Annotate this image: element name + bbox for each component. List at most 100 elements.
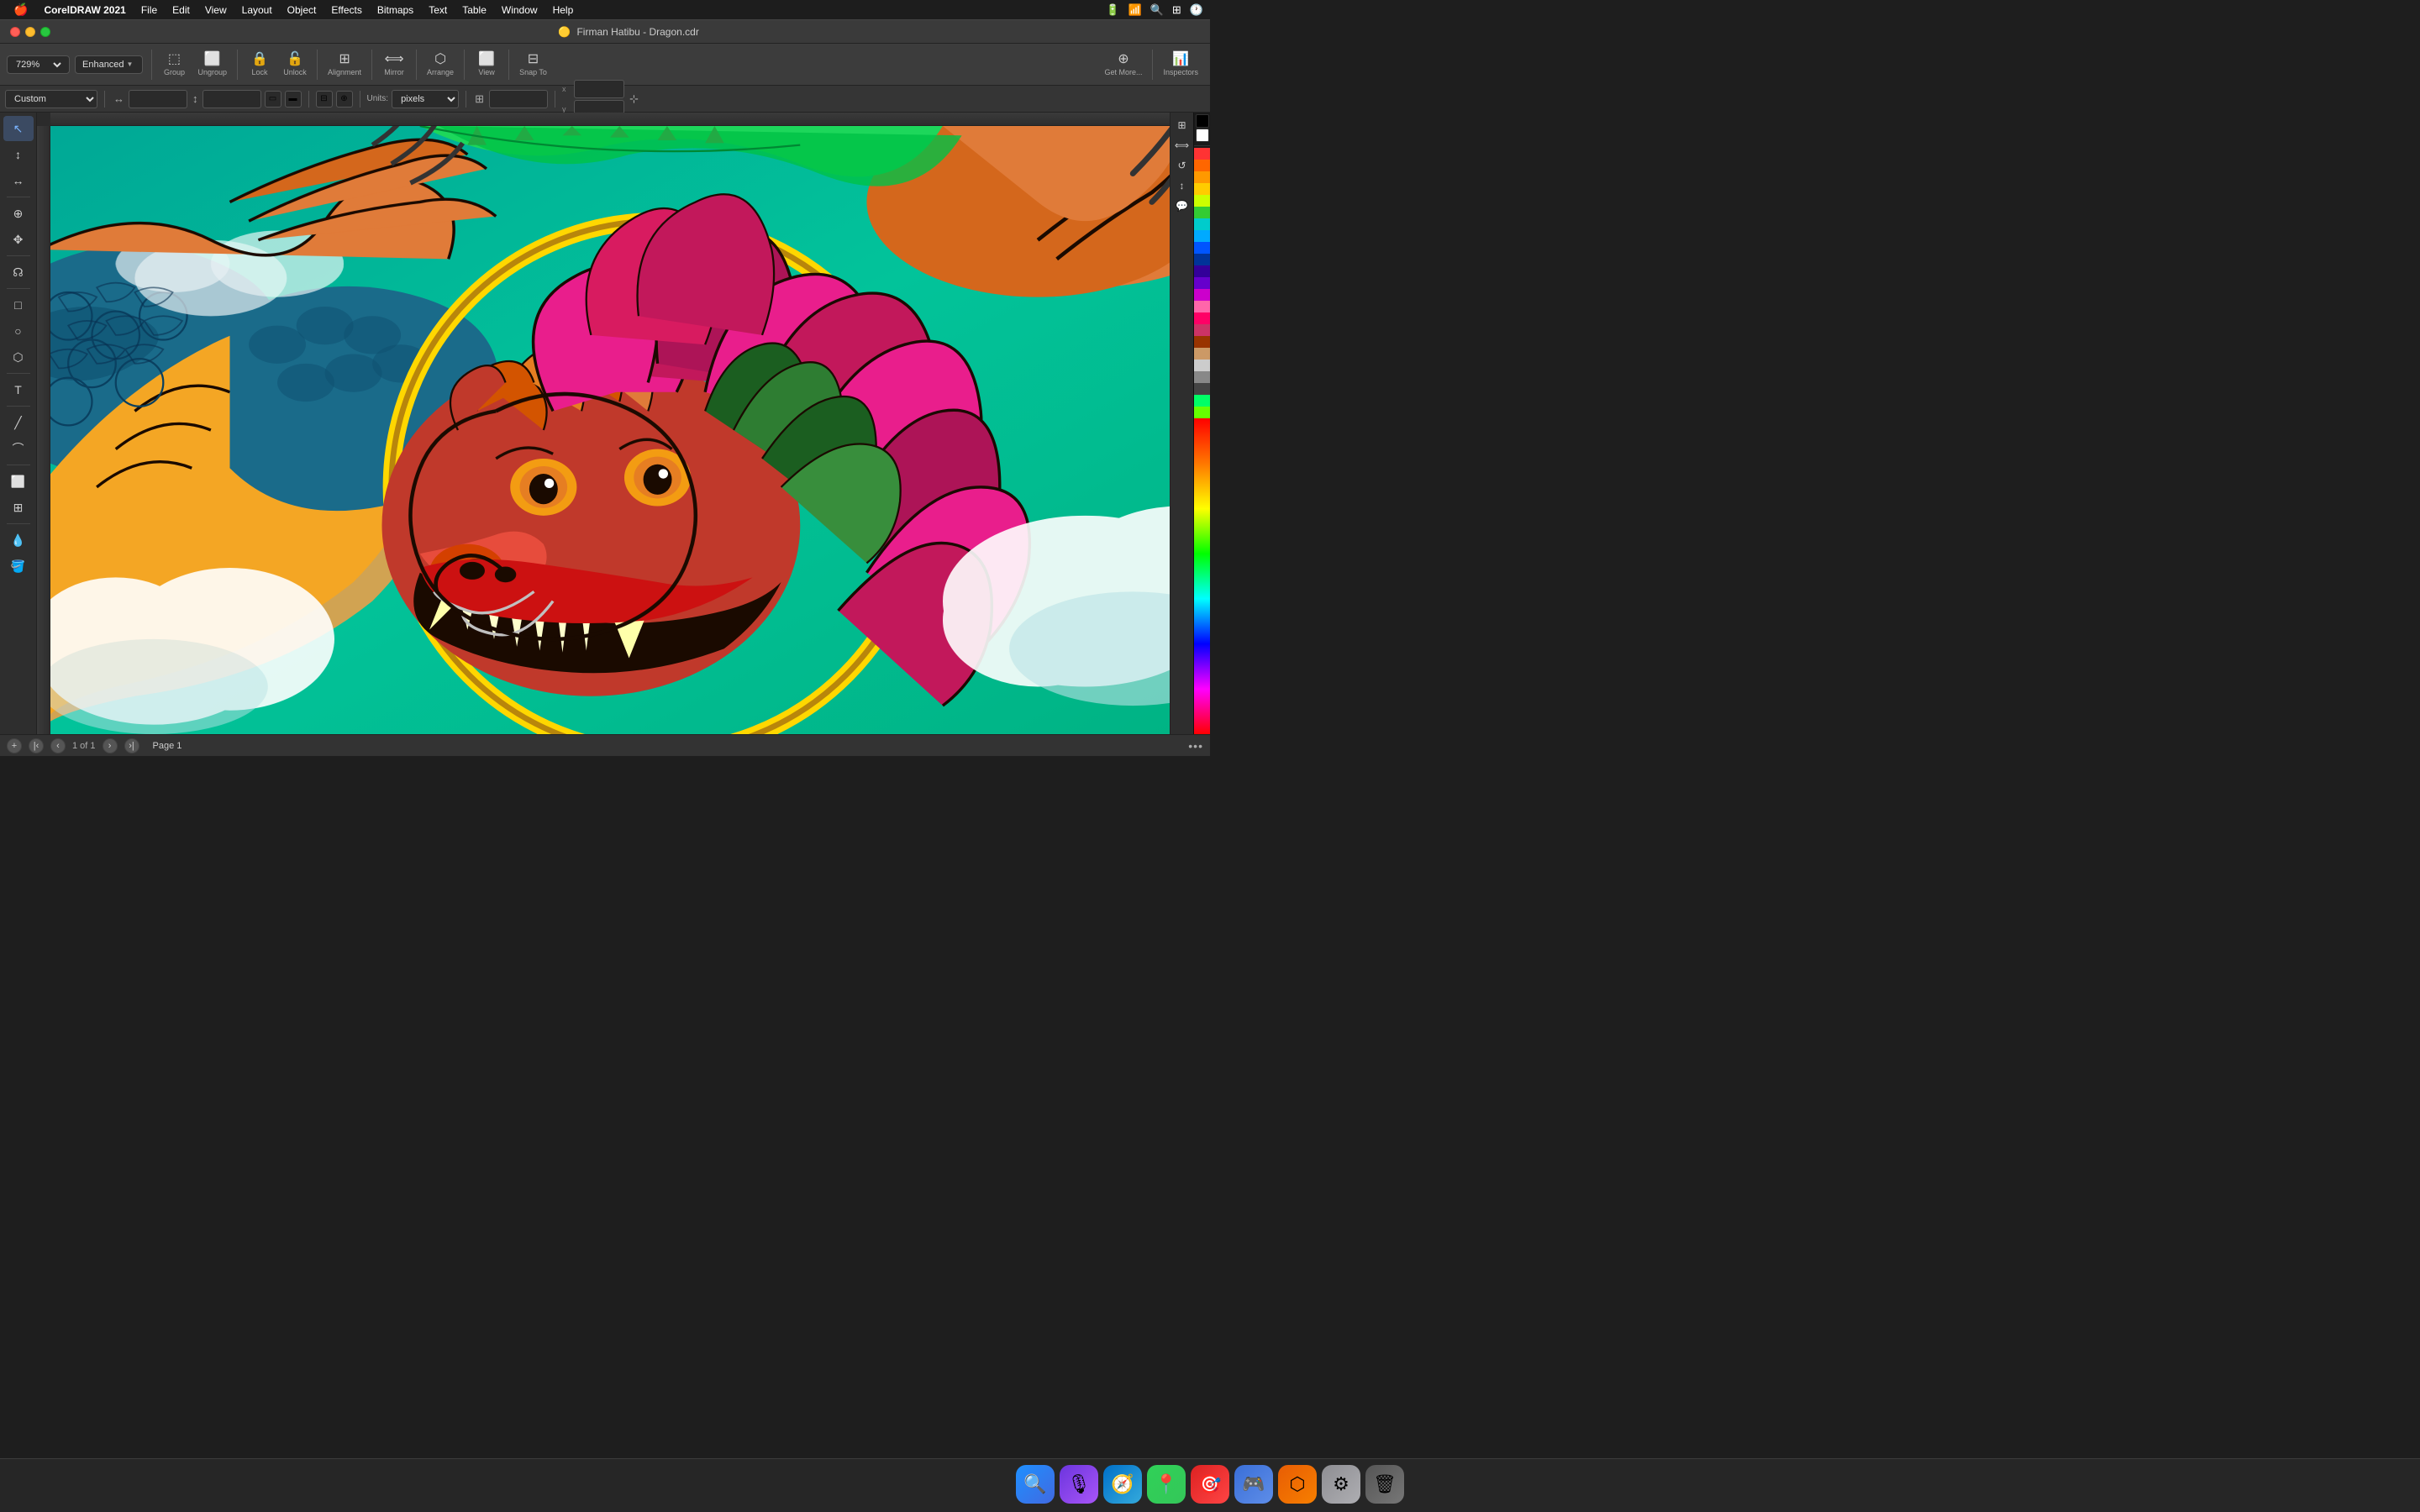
unlock-button[interactable]: 🔓 Unlock bbox=[278, 50, 312, 80]
zoom-control[interactable]: 729% 100% 200% 50% Fit Page bbox=[7, 55, 70, 74]
zoom-select[interactable]: 729% 100% 200% 50% Fit Page bbox=[13, 59, 64, 71]
last-page-button[interactable]: ›| bbox=[124, 738, 139, 753]
mesh-fill-tool[interactable]: ⊞ bbox=[3, 495, 34, 520]
height-input[interactable]: 3.000,0 bbox=[203, 90, 261, 108]
nudge-input[interactable]: 10,0 px bbox=[489, 90, 548, 108]
app6-dock-item[interactable]: 🎮 bbox=[1234, 1465, 1273, 1504]
bitmaps-menu[interactable]: Bitmaps bbox=[371, 3, 419, 18]
indigo-swatch[interactable] bbox=[1194, 265, 1210, 277]
statusbar-more-button[interactable]: ••• bbox=[1188, 739, 1203, 753]
app-menu[interactable]: CorelDRAW 2021 bbox=[38, 3, 131, 18]
light-gray-swatch[interactable] bbox=[1194, 360, 1210, 371]
cyan-swatch[interactable] bbox=[1194, 230, 1210, 242]
resize-btn-2[interactable]: ⊕ bbox=[336, 91, 353, 108]
line-tool[interactable]: ╱ bbox=[3, 410, 34, 435]
inspectors-button[interactable]: 📊 Inspectors bbox=[1158, 50, 1203, 80]
freehand-transform-tool[interactable]: ↔ bbox=[3, 168, 34, 193]
preset-select[interactable]: Custom Letter A4 bbox=[5, 90, 97, 108]
layout-menu[interactable]: Layout bbox=[236, 3, 278, 18]
maximize-button[interactable] bbox=[40, 27, 50, 37]
arrange-button[interactable]: ⬡ Arrange bbox=[422, 50, 459, 80]
help-menu[interactable]: Help bbox=[547, 3, 580, 18]
apple-menu[interactable]: 🍎 bbox=[7, 3, 34, 17]
ungroup-button[interactable]: ⬜ Ungroup bbox=[192, 50, 232, 80]
bright-green-swatch[interactable] bbox=[1194, 395, 1210, 407]
window-menu[interactable]: Window bbox=[496, 3, 544, 18]
effects-menu[interactable]: Effects bbox=[325, 3, 367, 18]
control-center-icon[interactable]: ⊞ bbox=[1172, 3, 1181, 17]
portrait-btn[interactable]: ▭ bbox=[265, 91, 281, 108]
tan-swatch[interactable] bbox=[1194, 348, 1210, 360]
hot-pink-swatch[interactable] bbox=[1194, 312, 1210, 324]
app5-dock-item[interactable]: 🎯 bbox=[1191, 1465, 1229, 1504]
yellow-swatch[interactable] bbox=[1194, 183, 1210, 195]
snap-to-button[interactable]: ⊟ Snap To bbox=[514, 50, 552, 80]
teal-swatch[interactable] bbox=[1194, 218, 1210, 230]
file-menu[interactable]: File bbox=[135, 3, 163, 18]
width-input[interactable]: 2.400,0 bbox=[129, 90, 187, 108]
text-tool[interactable]: T bbox=[3, 377, 34, 402]
red-swatch[interactable] bbox=[1194, 148, 1210, 160]
select-tool[interactable]: ↖ bbox=[3, 116, 34, 141]
first-page-button[interactable]: |‹ bbox=[29, 738, 44, 753]
siri-dock-item[interactable]: 🎙 bbox=[1060, 1465, 1098, 1504]
flip-v-btn[interactable]: ↕ bbox=[1173, 176, 1192, 195]
rectangle-tool[interactable]: □ bbox=[3, 292, 34, 318]
blue-swatch[interactable] bbox=[1194, 242, 1210, 254]
notification-icon[interactable]: 🕐 bbox=[1190, 3, 1203, 17]
view-mode-button[interactable]: Enhanced ▼ bbox=[75, 55, 143, 74]
view-menu[interactable]: View bbox=[199, 3, 233, 18]
purple-swatch[interactable] bbox=[1194, 277, 1210, 289]
curve-tool[interactable]: ⌒ bbox=[3, 436, 34, 461]
rotate-btn[interactable]: ↺ bbox=[1173, 156, 1192, 175]
finder-dock-item[interactable]: 🔍 bbox=[1016, 1465, 1055, 1504]
search-icon[interactable]: 🔍 bbox=[1150, 3, 1164, 17]
add-page-button[interactable]: + bbox=[7, 738, 22, 753]
pink-swatch[interactable] bbox=[1194, 301, 1210, 312]
system-prefs-dock-item[interactable]: ⚙ bbox=[1322, 1465, 1360, 1504]
fill-tool[interactable]: 🪣 bbox=[3, 554, 34, 579]
transform-tool[interactable]: ↕ bbox=[3, 142, 34, 167]
safari-dock-item[interactable]: 🧭 bbox=[1103, 1465, 1142, 1504]
brown-swatch[interactable] bbox=[1194, 336, 1210, 348]
black-swatch[interactable] bbox=[1196, 114, 1209, 128]
units-select[interactable]: pixels inches mm cm bbox=[392, 90, 459, 108]
x-input[interactable]: 59,06 bbox=[574, 80, 624, 98]
lock-button[interactable]: 🔒 Lock bbox=[243, 50, 276, 80]
transparency-tool[interactable]: ⬜ bbox=[3, 469, 34, 494]
prev-page-button[interactable]: ‹ bbox=[50, 738, 66, 753]
magenta-swatch[interactable] bbox=[1194, 289, 1210, 301]
orange-swatch[interactable] bbox=[1194, 171, 1210, 183]
transform-icon[interactable]: ⊹ bbox=[628, 91, 640, 108]
polygon-tool[interactable]: ⬡ bbox=[3, 344, 34, 370]
mirror-button[interactable]: ⟺ Mirror bbox=[377, 50, 411, 80]
freehand-tool[interactable]: ☊ bbox=[3, 260, 34, 285]
object-menu[interactable]: Object bbox=[281, 3, 323, 18]
view-button[interactable]: ⬜ View bbox=[470, 50, 503, 80]
canvas-area[interactable] bbox=[50, 126, 1170, 734]
eyedropper-tool[interactable]: 💧 bbox=[3, 528, 34, 553]
orange-red-swatch[interactable] bbox=[1194, 160, 1210, 171]
zoom-tool[interactable]: ⊕ bbox=[3, 201, 34, 226]
get-more-button[interactable]: ⊕ Get More... bbox=[1099, 50, 1147, 80]
app7-dock-item[interactable]: ⬡ bbox=[1278, 1465, 1317, 1504]
comment-btn[interactable]: 💬 bbox=[1173, 197, 1192, 215]
minimize-button[interactable] bbox=[25, 27, 35, 37]
flip-btn[interactable]: ⟺ bbox=[1173, 136, 1192, 155]
trash-dock-item[interactable]: 🗑 bbox=[1365, 1465, 1404, 1504]
alignment-button[interactable]: ⊞ Alignment bbox=[323, 50, 366, 80]
yellow-green-swatch[interactable] bbox=[1194, 195, 1210, 207]
mid-gray-swatch[interactable] bbox=[1194, 371, 1210, 383]
table-menu[interactable]: Table bbox=[456, 3, 492, 18]
next-page-button[interactable]: › bbox=[103, 738, 118, 753]
dark-blue-swatch[interactable] bbox=[1194, 254, 1210, 265]
align-right-btn[interactable]: ⊞ bbox=[1173, 116, 1192, 134]
pan-tool[interactable]: ✥ bbox=[3, 227, 34, 252]
rose-swatch[interactable] bbox=[1194, 324, 1210, 336]
lime-swatch[interactable] bbox=[1194, 407, 1210, 418]
ellipse-tool[interactable]: ○ bbox=[3, 318, 34, 344]
maps-dock-item[interactable]: 📍 bbox=[1147, 1465, 1186, 1504]
close-button[interactable] bbox=[10, 27, 20, 37]
dark-gray-swatch[interactable] bbox=[1194, 383, 1210, 395]
resize-btn-1[interactable]: ⊟ bbox=[316, 91, 333, 108]
